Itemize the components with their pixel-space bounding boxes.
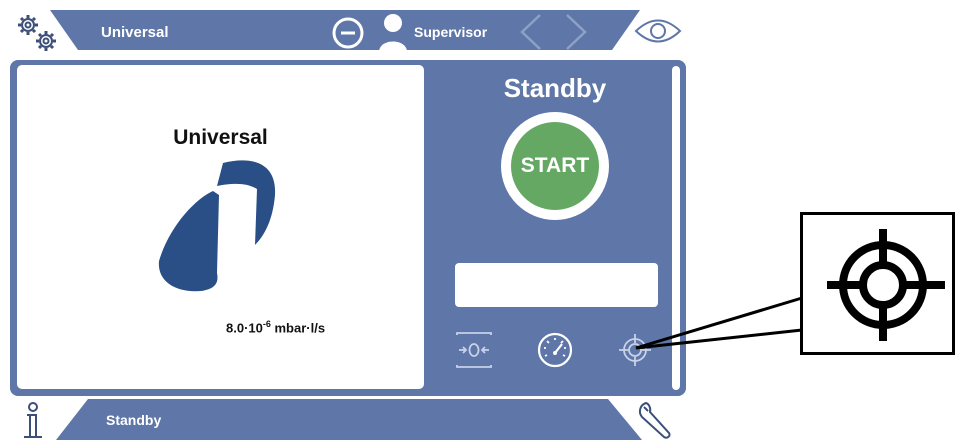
start-button[interactable]: START: [501, 112, 609, 220]
leak-rate-mantissa: 8.0·10: [226, 320, 263, 336]
info-icon[interactable]: [18, 400, 48, 440]
footer-status: Standby: [106, 412, 162, 428]
wrench-icon[interactable]: [636, 400, 676, 440]
status-title: Standby: [503, 73, 607, 103]
gauge-icon[interactable]: [536, 331, 574, 369]
user-icon[interactable]: [376, 12, 410, 52]
inficon-logo: [157, 157, 282, 292]
user-name: Supervisor: [414, 24, 488, 40]
callout-zoom-box: [800, 212, 955, 355]
zero-icon[interactable]: [455, 331, 493, 369]
chevron-left-icon[interactable]: [518, 12, 544, 52]
minus-circle-icon[interactable]: [331, 16, 365, 50]
leak-rate-exponent: -6: [262, 319, 271, 329]
mode-title: Universal: [101, 24, 169, 41]
eye-icon[interactable]: [633, 14, 683, 48]
leak-rate-unit: mbar·l/s: [270, 320, 326, 336]
chevron-right-icon[interactable]: [563, 12, 589, 52]
settings-gears-icon[interactable]: [14, 12, 60, 54]
mode-name: Universal: [173, 126, 268, 149]
leak-rate-value: 8.0·10-6 mbar·l/s: [226, 319, 325, 335]
value-display-box: [455, 263, 658, 307]
callout-pointer: [635, 296, 803, 350]
start-button-label[interactable]: START: [511, 122, 599, 210]
measurement-display: Universal 8.0·10-6 mbar·l/s: [17, 65, 424, 389]
crosshair-icon-enlarged: [827, 229, 945, 341]
